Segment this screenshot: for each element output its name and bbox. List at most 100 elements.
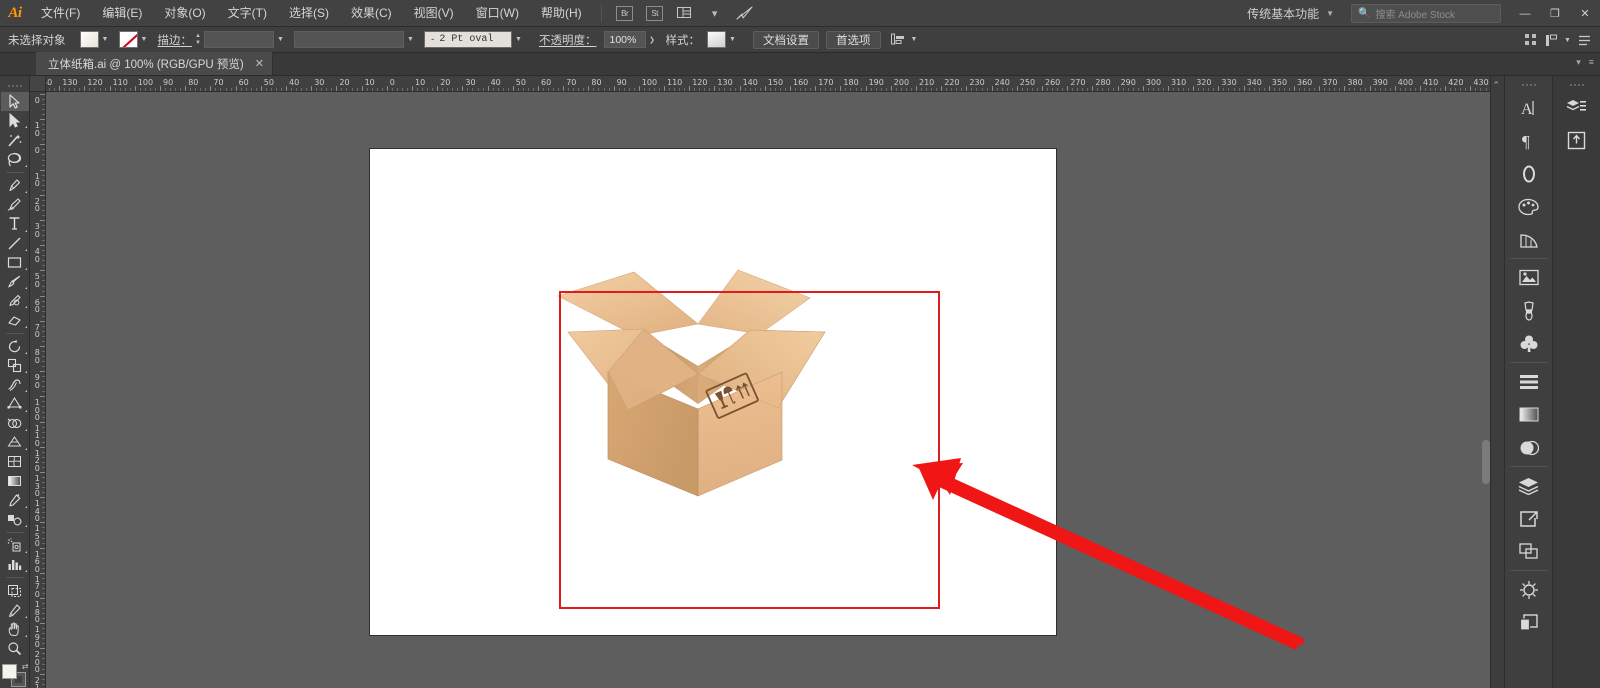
panel-align[interactable] — [1510, 366, 1548, 397]
tool-shaper[interactable] — [1, 291, 29, 310]
dock-collapse-strip[interactable] — [1490, 76, 1504, 688]
fill-color-control[interactable]: ▼ — [79, 31, 112, 48]
tool-paintbrush[interactable] — [1, 272, 29, 291]
arrange-documents-icon[interactable] — [673, 3, 697, 23]
menu-window[interactable]: 窗口(W) — [465, 0, 530, 27]
tool-magic-wand[interactable] — [1, 130, 29, 149]
tool-shape-builder[interactable] — [1, 414, 29, 433]
tool-width[interactable] — [1, 375, 29, 394]
document-setup-button[interactable]: 文档设置 — [753, 30, 819, 49]
artwork-cardboard-box[interactable] — [510, 214, 870, 504]
artboard[interactable] — [370, 149, 1056, 635]
chevron-down-icon[interactable]: ▼ — [908, 31, 921, 48]
panel-graphic-styles[interactable] — [1510, 607, 1548, 638]
tool-curvature[interactable] — [1, 195, 29, 214]
tool-rotate[interactable] — [1, 337, 29, 356]
canvas-area[interactable] — [46, 92, 1498, 688]
tool-selection[interactable] — [0, 91, 29, 112]
window-restore-button[interactable]: ❐ — [1540, 0, 1570, 27]
graphic-style-swatch[interactable] — [707, 31, 726, 48]
tool-mesh[interactable] — [1, 452, 29, 471]
vertical-ruler[interactable]: 0 10 0 10 20 30 40 50 60 70 80 90 100 110 120 130 140 150… — [30, 92, 46, 688]
ruler-origin-corner[interactable] — [30, 76, 46, 92]
tool-column-graph[interactable] — [1, 555, 29, 574]
panel-color-guide[interactable] — [1510, 224, 1548, 255]
chevron-down-icon[interactable]: ▼ — [404, 31, 417, 48]
stroke-weight-field[interactable] — [204, 31, 274, 48]
menu-view[interactable]: 视图(V) — [403, 0, 465, 27]
panel-gradient[interactable] — [1510, 399, 1548, 430]
menu-edit[interactable]: 编辑(E) — [91, 0, 153, 27]
workspace-switcher[interactable]: 传统基本功能 ▼ — [1239, 3, 1342, 25]
panel-symbols[interactable] — [1510, 328, 1548, 359]
chevron-down-icon[interactable]: ▼ — [138, 31, 151, 48]
menu-help[interactable]: 帮助(H) — [530, 0, 593, 27]
tool-eyedropper[interactable] — [1, 491, 29, 510]
panel-libraries[interactable] — [1558, 92, 1596, 123]
chevron-down-icon[interactable]: ▼ — [726, 31, 739, 48]
tool-scale[interactable] — [1, 356, 29, 375]
chevron-down-icon[interactable]: ▼ — [99, 31, 112, 48]
fill-indicator-swatch[interactable] — [1, 664, 17, 680]
menu-file[interactable]: 文件(F) — [30, 0, 91, 27]
panel-character[interactable]: A — [1510, 92, 1548, 123]
stroke-color-control[interactable]: ▼ — [118, 31, 151, 48]
panel-layers[interactable] — [1510, 470, 1548, 501]
tool-type[interactable] — [1, 214, 29, 233]
tool-slice[interactable] — [1, 601, 29, 620]
opacity-flyout-icon[interactable]: ❯ — [646, 31, 659, 48]
menu-select[interactable]: 选择(S) — [278, 0, 340, 27]
window-close-button[interactable]: ✕ — [1570, 0, 1600, 27]
stroke-swatch-none[interactable] — [118, 31, 138, 48]
tool-gradient[interactable] — [1, 471, 29, 490]
tool-free-transform[interactable] — [1, 394, 29, 413]
menu-effect[interactable]: 效果(C) — [340, 0, 403, 27]
vertical-scrollbar-thumb[interactable] — [1482, 440, 1490, 484]
stroke-profile-field[interactable] — [294, 31, 404, 48]
menu-type[interactable]: 文字(T) — [217, 0, 278, 27]
fill-swatch[interactable] — [79, 31, 99, 48]
chevron-down-icon[interactable]: ▼ — [1561, 32, 1574, 49]
opacity-label[interactable]: 不透明度： — [539, 32, 597, 48]
panel-stroke[interactable] — [1510, 158, 1548, 189]
preferences-button[interactable]: 首选项 — [826, 30, 881, 49]
tool-pen[interactable] — [1, 176, 29, 195]
panel-artboards[interactable] — [1510, 536, 1548, 567]
tool-rectangle[interactable] — [1, 253, 29, 272]
tool-blend[interactable] — [1, 510, 29, 529]
brush-definition-field[interactable]: - 2 Pt oval — [424, 31, 512, 48]
tool-line-segment[interactable] — [1, 234, 29, 253]
expand-panels-icon[interactable]: ⌃ — [1492, 80, 1500, 91]
stroke-weight-stepper[interactable]: ▲ ▼ — [192, 31, 204, 49]
fill-stroke-indicator[interactable]: ⇄ — [1, 662, 29, 688]
stock-icon[interactable]: St — [643, 3, 667, 23]
tools-panel-grip[interactable] — [0, 81, 32, 92]
panel-appearance[interactable] — [1510, 574, 1548, 605]
chevron-down-icon[interactable]: ▾ — [703, 3, 727, 23]
tool-hand[interactable] — [1, 620, 29, 639]
panel-asset-export[interactable] — [1558, 125, 1596, 156]
stroke-weight-label[interactable]: 描边： — [158, 32, 193, 48]
panel-links[interactable] — [1510, 503, 1548, 534]
panel-menu-icon[interactable]: ≡ — [1589, 57, 1594, 68]
panel-transparency[interactable] — [1510, 432, 1548, 463]
tool-lasso[interactable] — [1, 150, 29, 169]
swap-fill-stroke-icon[interactable]: ⇄ — [22, 662, 29, 671]
dock-grip-secondary[interactable] — [1560, 79, 1594, 91]
stock-search-input[interactable]: 🔍 搜索 Adobe Stock — [1351, 4, 1501, 23]
close-icon[interactable]: ✕ — [255, 57, 264, 70]
tool-zoom[interactable] — [1, 639, 29, 658]
tool-perspective-grid[interactable] — [1, 433, 29, 452]
chevron-down-icon[interactable]: ▾ — [1576, 57, 1581, 68]
panel-brushes[interactable] — [1510, 295, 1548, 326]
arrange-icon[interactable] — [1541, 30, 1561, 50]
window-minimize-button[interactable]: — — [1510, 0, 1540, 27]
align-icon[interactable] — [888, 30, 908, 50]
chevron-down-icon[interactable]: ▼ — [274, 31, 287, 48]
menu-object[interactable]: 对象(O) — [153, 0, 216, 27]
panel-paragraph[interactable]: ¶ — [1510, 125, 1548, 156]
dock-grip[interactable] — [1512, 79, 1546, 91]
panel-image-trace[interactable] — [1510, 262, 1548, 293]
send-feedback-icon[interactable] — [733, 3, 757, 23]
tool-eraser[interactable] — [1, 310, 29, 329]
